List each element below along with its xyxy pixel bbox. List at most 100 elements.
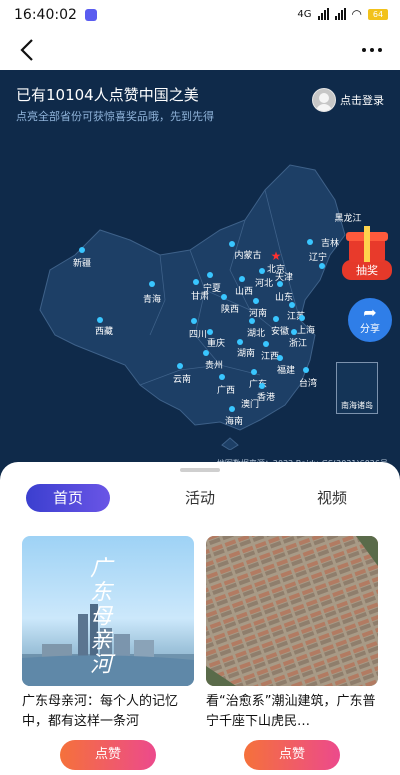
province-label: 西藏	[94, 327, 114, 337]
province-label: 重庆	[206, 339, 226, 349]
province-label: 黑龙江	[334, 214, 362, 224]
province-label: 福建	[276, 366, 296, 376]
province-dot[interactable]	[253, 298, 259, 304]
like-count-title: 已有10104人点赞中国之美	[16, 86, 199, 104]
province-dot[interactable]	[229, 406, 235, 412]
province-dot[interactable]	[79, 247, 85, 253]
province-label: 湖南	[236, 349, 256, 359]
province-label: 吉林	[320, 239, 340, 249]
province-dot[interactable]	[237, 339, 243, 345]
province-dot[interactable]	[263, 341, 269, 347]
lottery-label: 抽奖	[342, 260, 392, 280]
province-dot[interactable]	[319, 263, 325, 269]
china-map-panel: 已有10104人点赞中国之美 点亮全部省份可获惊喜奖品哦，先到先得 点击登录 黑…	[0, 70, 400, 480]
network-type: 4G	[297, 8, 312, 20]
province-label: 甘肃	[190, 292, 210, 302]
like-button[interactable]: 点赞	[60, 740, 156, 770]
province-label: 澳门	[240, 400, 260, 410]
south-sea-inset: 南海诸岛	[336, 362, 378, 414]
province-dot[interactable]	[239, 276, 245, 282]
share-arrow-icon: ➦	[363, 303, 377, 322]
province-dot[interactable]	[307, 239, 313, 245]
province-label: 内蒙古	[234, 251, 262, 261]
province-dot[interactable]	[177, 363, 183, 369]
province-dot[interactable]	[207, 329, 213, 335]
province-label: 海南	[224, 417, 244, 427]
tab-bar: 首页 活动 视频	[0, 484, 400, 514]
province-dot[interactable]	[219, 374, 225, 380]
article-thumbnail	[206, 536, 378, 686]
province-label: 陕西	[220, 305, 240, 315]
province-dot[interactable]	[259, 383, 265, 389]
province-dot[interactable]	[291, 329, 297, 335]
province-dot[interactable]	[249, 318, 255, 324]
province-label: 广西	[216, 386, 236, 396]
province-dot[interactable]	[277, 355, 283, 361]
china-map-outline	[39, 164, 346, 450]
province-label: 安徽	[270, 327, 290, 337]
province-label: 四川	[188, 330, 208, 340]
province-dot[interactable]	[191, 318, 197, 324]
tab-video[interactable]: 视频	[290, 484, 374, 512]
province-label: 上海	[296, 326, 316, 336]
share-label: 分享	[360, 324, 380, 335]
thumbnail-overlay-text: 广东母亲河	[86, 556, 111, 676]
province-label: 山东	[274, 293, 294, 303]
login-button[interactable]: 点击登录	[312, 88, 384, 112]
province-label: 浙江	[288, 339, 308, 349]
article-title: 看“治愈系”潮汕建筑，广东普宁千座下山虎民…	[206, 694, 376, 729]
wifi-icon: ◠	[351, 7, 362, 21]
province-dot[interactable]	[289, 302, 295, 308]
nav-bar	[0, 30, 400, 70]
login-label: 点击登录	[340, 94, 384, 107]
battery-icon: 64	[368, 8, 388, 20]
province-dot[interactable]	[259, 268, 265, 274]
province-label: 贵州	[204, 361, 224, 371]
province-label: 云南	[172, 375, 192, 385]
province-label: 香港	[256, 393, 276, 403]
province-label: 青海	[142, 295, 162, 305]
lottery-button[interactable]: 抽奖	[342, 226, 392, 280]
signal-icon	[317, 8, 329, 20]
avatar-icon	[312, 88, 336, 112]
more-menu-icon[interactable]	[358, 38, 386, 62]
like-button[interactable]: 点赞	[244, 740, 340, 770]
tab-home[interactable]: 首页	[26, 484, 110, 512]
province-label: 江西	[260, 352, 280, 362]
back-arrow-icon[interactable]	[14, 36, 42, 64]
province-dot[interactable]	[303, 367, 309, 373]
status-icons: 4G ◠ 64	[297, 7, 388, 21]
status-bar: 16:40:02 4G ◠ 64	[0, 0, 400, 30]
province-dot[interactable]	[251, 369, 257, 375]
signal-icon-2	[334, 8, 346, 20]
article-card[interactable]: 广东母亲河 广东母亲河：每个人的记忆中，都有这样一条河 点赞	[22, 536, 194, 770]
map-subtitle: 点亮全部省份可获惊喜奖品哦，先到先得	[16, 110, 214, 123]
province-dot[interactable]	[277, 281, 283, 287]
province-label: 湖北	[246, 329, 266, 339]
province-label: 河北	[254, 279, 274, 289]
article-card[interactable]: 看“治愈系”潮汕建筑，广东普宁千座下山虎民… 点赞	[206, 536, 378, 770]
clock: 16:40:02	[14, 7, 77, 23]
province-dot[interactable]	[221, 294, 227, 300]
province-dot[interactable]	[273, 316, 279, 322]
tab-activity[interactable]: 活动	[158, 484, 242, 512]
gift-box-icon	[345, 226, 389, 262]
article-title: 广东母亲河：每个人的记忆中，都有这样一条河	[22, 694, 179, 729]
province-dot[interactable]	[203, 350, 209, 356]
province-dot[interactable]	[207, 272, 213, 278]
share-button[interactable]: ➦ 分享	[348, 298, 392, 342]
south-sea-label: 南海诸岛	[341, 401, 373, 410]
app-notification-icon	[84, 9, 97, 21]
province-dot[interactable]	[193, 279, 199, 285]
article-thumbnail: 广东母亲河	[22, 536, 194, 686]
province-dot[interactable]	[149, 281, 155, 287]
province-dot[interactable]	[97, 317, 103, 323]
province-label: 山西	[234, 287, 254, 297]
province-dot[interactable]	[299, 315, 305, 321]
province-label: 新疆	[72, 259, 92, 269]
beijing-star-icon: ★	[270, 249, 282, 263]
province-dot[interactable]	[229, 241, 235, 247]
aerial-village-image	[206, 536, 378, 686]
province-label: 台湾	[298, 379, 318, 389]
drag-handle[interactable]	[180, 468, 220, 472]
